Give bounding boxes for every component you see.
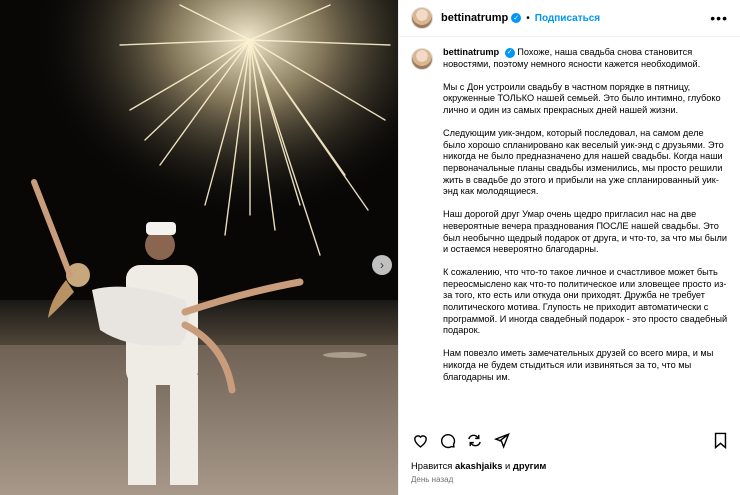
post-caption: bettinatrump ✓ Похоже, наша свадьба снов… bbox=[411, 47, 729, 422]
post-photo[interactable]: › bbox=[0, 0, 398, 495]
photo-image bbox=[0, 0, 398, 495]
next-photo-button[interactable]: › bbox=[372, 255, 392, 275]
likes-prefix: Нравится bbox=[411, 460, 453, 471]
caption-paragraph-1: bettinatrump ✓ Похоже, наша свадьба снов… bbox=[443, 47, 728, 70]
likes-summary: Нравится akashjaiks и другим bbox=[411, 460, 546, 471]
verified-badge-icon: ✓ bbox=[511, 13, 522, 23]
bookmark-icon[interactable] bbox=[711, 431, 729, 449]
post-actions bbox=[411, 431, 729, 449]
send-icon[interactable] bbox=[492, 431, 510, 449]
caption-paragraph-4: Наш дорогой друг Умар очень щедро пригла… bbox=[443, 209, 728, 255]
chevron-right-icon: › bbox=[380, 258, 384, 272]
caption-paragraph-2: Мы с Дон устроили свадьбу в частном поря… bbox=[443, 81, 721, 115]
heart-icon[interactable] bbox=[411, 431, 429, 449]
caption-username-link[interactable]: bettinatrump bbox=[443, 47, 499, 57]
username-link[interactable]: bettinatrump bbox=[441, 12, 508, 24]
comment-icon[interactable] bbox=[438, 431, 456, 449]
likes-user-link[interactable]: akashjaiks bbox=[455, 460, 502, 471]
post-details-panel: bettinatrump ✓ • Подписаться ••• bettina… bbox=[398, 0, 740, 495]
likes-others-link[interactable]: другим bbox=[513, 460, 546, 471]
caption-paragraph-6: Нам повезло иметь замечательных друзей с… bbox=[443, 348, 714, 382]
caption-avatar[interactable] bbox=[411, 48, 433, 70]
avatar[interactable] bbox=[411, 7, 433, 29]
follow-button[interactable]: Подписаться bbox=[535, 13, 600, 24]
separator-dot: • bbox=[526, 12, 530, 24]
caption-text: bettinatrump ✓ Похоже, наша свадьба снов… bbox=[443, 47, 728, 422]
post-header: bettinatrump ✓ • Подписаться ••• bbox=[399, 0, 740, 37]
verified-badge-icon: ✓ bbox=[504, 47, 515, 58]
more-options-icon[interactable]: ••• bbox=[710, 10, 728, 26]
likes-conj: и bbox=[505, 460, 511, 471]
caption-paragraph-5: К сожалению, что что-то такое личное и с… bbox=[443, 267, 728, 336]
post-timestamp[interactable]: День назад bbox=[411, 475, 453, 484]
share-icon[interactable] bbox=[465, 431, 483, 449]
caption-paragraph-3: Следующим уик-эндом, который последовал,… bbox=[443, 128, 724, 197]
